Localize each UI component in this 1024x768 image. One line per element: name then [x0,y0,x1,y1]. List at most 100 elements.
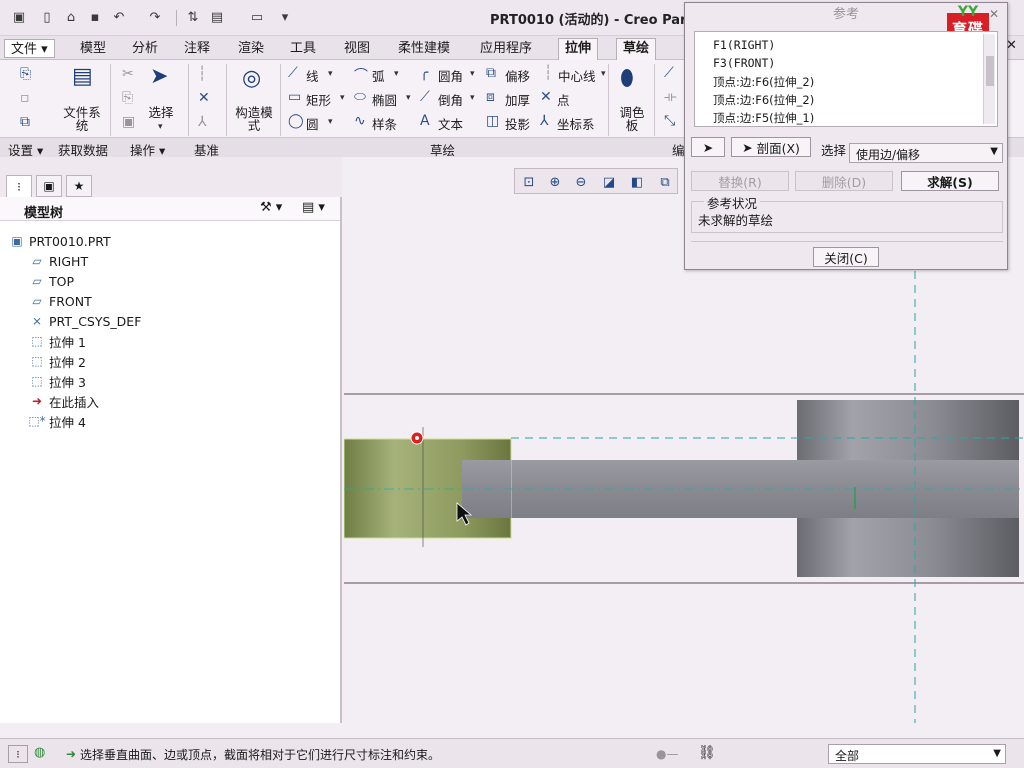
sketch-view-icon[interactable]: ⧉ [20,114,30,130]
open-icon[interactable]: ⌂ [62,8,80,26]
centerline-datum-icon[interactable]: ┆ [198,66,206,82]
solve-button[interactable]: 求解(S) [901,171,999,191]
select-button[interactable]: 选择 [144,106,178,119]
window-close-icon[interactable]: ✕ [1006,38,1017,53]
tab-view[interactable]: 视图 [338,39,376,58]
regenerate-icon[interactable]: ⇅ [184,8,202,26]
line-button[interactable]: 线 [306,66,319,85]
tab-flexible-modeling[interactable]: 柔性建模 [392,39,456,58]
point-icon[interactable]: ✕ [540,89,552,105]
folder-browser-tab-icon[interactable]: ▣ [36,175,62,197]
tab-render[interactable]: 渲染 [232,39,270,58]
arc-icon[interactable]: ⌒ [354,65,368,85]
line-icon[interactable]: ⟋ [288,65,298,81]
palette-icon[interactable]: ⬮ [620,66,634,91]
model-tree-tab-icon[interactable]: ⁝ [6,175,32,197]
zoom-out-icon[interactable]: ⊖ [571,172,591,192]
zoom-in-icon[interactable]: ⊕ [545,172,565,192]
tree-item-extrude-3[interactable]: ⬚ 拉伸 3 [28,371,86,391]
datum-point-icon[interactable]: ✕ [198,90,210,106]
references-icon[interactable]: ▫ [20,90,30,106]
tab-analysis[interactable]: 分析 [126,39,164,58]
thicken-icon[interactable]: ⧈ [486,89,495,105]
app-icon[interactable]: ▣ [10,8,28,26]
tree-item-right[interactable]: ▱ RIGHT [28,251,88,271]
divide-icon[interactable]: ⤡ [664,113,675,129]
tab-applications[interactable]: 应用程序 [474,39,538,58]
centerline-icon[interactable]: ┆ [544,65,552,81]
text-button[interactable]: 文本 [438,114,463,133]
offset-button[interactable]: 偏移 [505,66,530,85]
project-button[interactable]: 投影 [505,114,530,133]
circle-icon[interactable]: ◯ [288,113,304,129]
fillet-button[interactable]: 圆角 [438,66,463,85]
select-arrow-icon[interactable]: ➤ [150,64,168,89]
tab-file[interactable]: 文件 ▾ [4,39,55,58]
tree-settings-icon[interactable]: ⚒ ▾ [260,200,282,215]
favorites-tab-icon[interactable]: ★ [66,175,92,197]
spline-button[interactable]: 样条 [372,114,397,133]
browser-toggle-icon[interactable]: ◍ [34,745,54,763]
project-icon[interactable]: ◫ [486,113,499,129]
fillet-icon[interactable]: ╭ [420,65,428,81]
reference-item[interactable]: 顶点:边:F5(拉伸_1) [713,110,814,126]
coordinate-system-icon[interactable]: ⅄ [540,113,549,129]
tree-item-extrude-2[interactable]: ⬚ 拉伸 2 [28,351,86,371]
reference-item[interactable]: 顶点:边:F6(拉伸_2) [713,92,814,108]
mirror-icon[interactable]: ⟛ [664,89,677,105]
chamfer-button[interactable]: 倒角 [438,90,463,109]
tree-item-insert-here[interactable]: ➜ 在此插入 [28,391,99,411]
chamfer-icon[interactable]: ⟋ [420,89,430,105]
text-icon[interactable]: A [420,113,430,129]
close-window-icon[interactable]: ▭ [248,8,266,26]
select-mode-dropdown[interactable]: 使用边/偏移 ▼ [849,143,1003,163]
sketch-display-filter-icon[interactable]: ⧉ [655,172,675,192]
delete-button[interactable]: 删除(D) [795,171,893,191]
cut-icon[interactable]: ✂ [122,66,134,82]
section-button[interactable]: ➤ 剖面(X) [731,137,811,157]
reference-item[interactable]: 顶点:边:F6(拉伸_2) [713,74,814,90]
tab-model[interactable]: 模型 [74,39,112,58]
offset-icon[interactable]: ⧉ [486,65,496,81]
tab-tools[interactable]: 工具 [284,39,322,58]
sketch-setup-icon[interactable]: ⎘ [20,66,31,82]
copy-icon[interactable]: ⎘ [122,90,133,106]
tree-item-part[interactable]: ▣ PRT0010.PRT [8,231,110,251]
spline-icon[interactable]: ∿ [354,113,366,129]
pick-arrow-button[interactable]: ➤ [691,137,725,157]
construction-mode-button[interactable]: 构造模式 [234,106,274,132]
coordinate-system-button[interactable]: 坐标系 [557,114,595,133]
ellipse-icon[interactable]: ⬭ [354,89,366,105]
replace-button[interactable]: 替换(R) [691,171,789,191]
rectangle-button[interactable]: 矩形 [306,90,331,109]
navigator-toggle-icon[interactable]: ⁝ [8,745,28,763]
references-list[interactable]: F1(RIGHT) F3(FRONT) 顶点:边:F6(拉伸_2) 顶点:边:F… [694,31,998,127]
file-system-icon[interactable]: ▤ [72,64,93,89]
centerline-button[interactable]: 中心线 [558,66,596,85]
paste-icon[interactable]: ▣ [122,114,135,130]
file-system-button[interactable]: 文件系统 [62,106,102,132]
tree-item-front[interactable]: ▱ FRONT [28,291,91,311]
thicken-button[interactable]: 加厚 [505,90,530,109]
tree-item-csys[interactable]: ⨯ PRT_CSYS_DEF [28,311,141,331]
modify-icon[interactable]: ⟋ [664,65,674,81]
dialog-close-icon[interactable]: ✕ [989,7,999,21]
tree-item-top[interactable]: ▱ TOP [28,271,74,291]
repaint-icon[interactable]: ◪ [599,172,619,192]
windows-icon[interactable]: ▤ [208,8,226,26]
refit-icon[interactable]: ⊡ [519,172,539,192]
redo-icon[interactable]: ↷ [146,8,164,26]
customize-icon[interactable]: ▾ [276,8,294,26]
close-button[interactable]: 关闭(C) [813,247,879,267]
datum-csys-icon[interactable]: ⅄ [198,114,207,130]
tree-item-extrude-4[interactable]: ⬚* 拉伸 4 [28,411,86,431]
circle-button[interactable]: 圆 [306,114,319,133]
tab-annotate[interactable]: 注释 [178,39,216,58]
tree-columns-icon[interactable]: ▤ ▾ [302,200,325,215]
construction-mode-icon[interactable]: ◎ [242,66,261,91]
new-icon[interactable]: ▯ [38,8,56,26]
find-binoculars-icon[interactable]: ⛓ [698,745,716,761]
arc-button[interactable]: 弧 [372,66,385,85]
undo-icon[interactable]: ↶ [110,8,128,26]
save-icon[interactable]: ▪ [86,8,104,26]
